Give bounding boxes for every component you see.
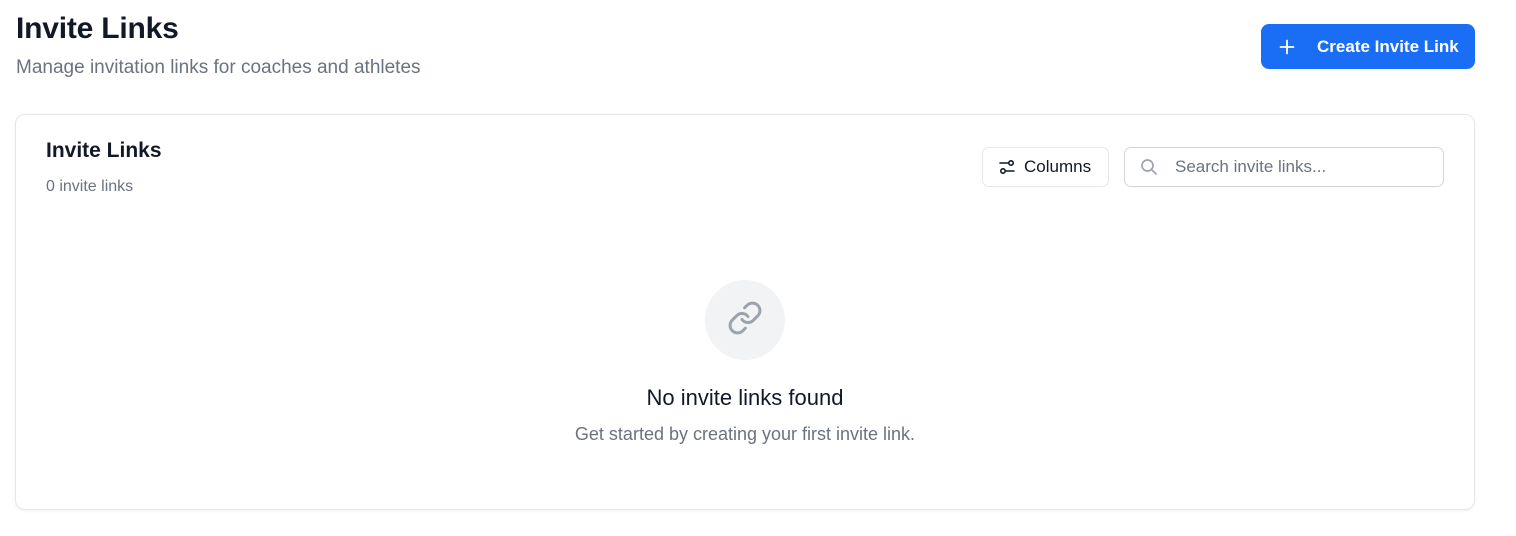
empty-state-icon-circle: [705, 280, 785, 360]
empty-state-title: No invite links found: [646, 385, 844, 410]
invite-links-card: Invite Links 0 invite links Columns Sear…: [15, 114, 1475, 510]
page-title: Invite Links: [16, 12, 179, 45]
search-box: [1124, 147, 1444, 187]
empty-state: No invite links found Get started by cre…: [16, 280, 1474, 446]
page-subtitle: Manage invitation links for coaches and …: [16, 57, 421, 78]
search-input[interactable]: [1175, 157, 1425, 177]
empty-state-description: Get started by creating your first invit…: [574, 424, 916, 444]
plus-icon: [1279, 39, 1295, 55]
page-header: Invite Links Manage invitation links for…: [16, 10, 421, 80]
columns-button-label: Columns: [1024, 157, 1092, 176]
search-icon: [1139, 157, 1159, 177]
create-invite-link-label: Create Invite Link: [1317, 36, 1459, 56]
invite-links-count: 0 invite links: [46, 178, 134, 195]
columns-button[interactable]: Columns: [982, 147, 1109, 187]
link-icon: [727, 300, 763, 341]
card-title: Invite Links: [46, 139, 162, 162]
sliders-icon: [998, 158, 1016, 176]
create-invite-link-button[interactable]: Create Invite Link: [1261, 24, 1475, 69]
invite-links-page: Invite Links Manage invitation links for…: [0, 0, 1516, 536]
